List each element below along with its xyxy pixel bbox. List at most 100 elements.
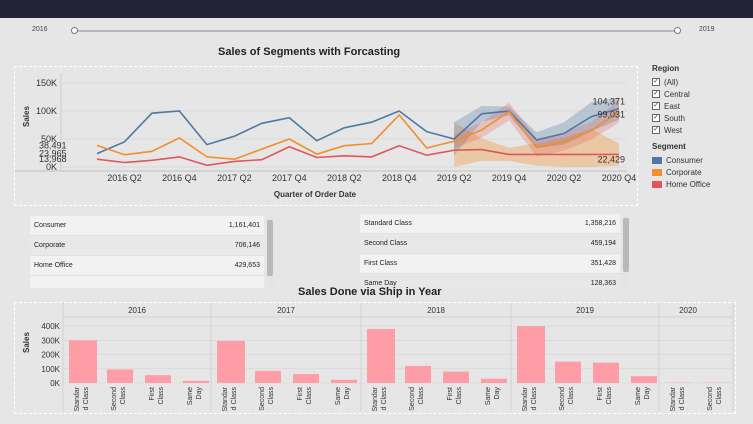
region-filter-label: East — [664, 101, 681, 111]
bar-chart[interactable]: 400K300K200K100K0KSales2016Standar d Clas… — [15, 303, 735, 413]
year-header: 2019 — [576, 306, 594, 315]
row-value: 1,161,401 — [228, 222, 260, 229]
line-chart-title: Sales of Segments with Forcasting — [218, 46, 401, 58]
x-tick-label: 2019 Q2 — [437, 173, 472, 183]
row-label: Consumer — [34, 222, 67, 229]
x-tick-label: Same — [335, 387, 342, 405]
row-value: 429,653 — [234, 262, 260, 269]
segment-color-swatch — [652, 156, 662, 164]
bar — [555, 361, 581, 383]
x-tick-label: Second — [111, 387, 118, 411]
bar-chart-title: Sales Done via Ship in Year — [296, 286, 444, 298]
bar — [593, 362, 619, 383]
data-label: 13,968 — [39, 154, 67, 164]
x-tick-label: 2016 Q2 — [107, 173, 142, 183]
bar — [405, 365, 431, 383]
x-tick-label: Second — [707, 387, 714, 411]
y-tick-label: 100K — [36, 106, 57, 116]
year-header: 2018 — [427, 306, 445, 315]
slider-start-handle[interactable] — [71, 27, 78, 34]
row-value: 459,194 — [590, 240, 616, 247]
segment-legend-title: Segment — [652, 142, 686, 151]
checkbox-icon[interactable]: ✓ — [652, 78, 660, 86]
x-tick-label: Class — [568, 387, 575, 405]
data-label: 99,031 — [597, 110, 625, 120]
checkbox-icon[interactable]: ✓ — [652, 126, 660, 134]
x-tick-label: d Class — [231, 387, 238, 411]
slider-end-handle[interactable] — [674, 27, 681, 34]
x-tick-label: Standar — [670, 386, 677, 411]
table-row[interactable]: First Class 351,428 — [360, 254, 620, 274]
table-row[interactable]: Home Office 429,653 — [30, 256, 264, 276]
bar — [217, 340, 245, 383]
year-range-slider[interactable]: 2016 2019 — [0, 22, 753, 40]
x-tick-label: 2018 Q2 — [327, 173, 362, 183]
region-filter-item[interactable]: ✓ Central — [652, 88, 752, 100]
x-tick-label: 2020 Q2 — [547, 173, 582, 183]
segment-table-scrollbar[interactable] — [266, 216, 274, 288]
line-chart-panel[interactable]: 150K 100K 50K 0K Sales 2016 Q2 2016 Q4 2017 Q2 2… — [14, 66, 638, 206]
x-tick-label: d Class — [83, 387, 90, 411]
x-tick-label: Class — [418, 387, 425, 405]
segment-legend-item[interactable]: Home Office — [652, 178, 752, 190]
x-tick-label: d Class — [531, 387, 538, 411]
y-axis-title: Sales — [22, 106, 31, 127]
scrollbar-thumb[interactable] — [623, 218, 629, 272]
x-tick-label: First — [297, 387, 304, 401]
year-header: 2016 — [128, 306, 146, 315]
row-value: 351,428 — [590, 260, 616, 267]
slider-start-label: 2016 — [32, 26, 48, 33]
table-row[interactable]: Second Class 459,194 — [360, 234, 620, 254]
x-tick-label: d Class — [679, 387, 686, 411]
region-filter-item[interactable]: ✓ South — [652, 112, 752, 124]
x-axis-title: Quarter of Order Date — [274, 190, 357, 199]
line-chart[interactable]: 150K100K50K0KSales2016 Q2 2016 Q4 2017 Q2 2… — [15, 67, 637, 205]
ship-table-scrollbar[interactable] — [622, 214, 630, 288]
x-tick-label: Standar — [372, 386, 379, 411]
x-tick-label: Class — [158, 387, 165, 405]
row-label: Home Office — [34, 262, 73, 269]
region-filter-item[interactable]: ✓ East — [652, 100, 752, 112]
x-tick-label: Same — [187, 387, 194, 405]
slider-track[interactable] — [74, 30, 678, 32]
x-tick-label: 2020 Q4 — [602, 173, 637, 183]
y-tick-label: 100K — [41, 365, 60, 374]
x-tick-label: Second — [259, 387, 266, 411]
table-row[interactable]: Consumer 1,161,401 — [30, 216, 264, 236]
segment-legend-label: Corporate — [666, 167, 702, 177]
segment-legend-item[interactable]: Corporate — [652, 166, 752, 178]
region-filter-label: Central — [664, 89, 690, 99]
x-tick-label: Standar — [522, 386, 529, 411]
y-tick-label: 0K — [50, 379, 60, 388]
region-legend-title: Region — [652, 64, 680, 73]
x-tick-label: Standar — [74, 386, 81, 411]
data-label: 22,429 — [597, 154, 625, 164]
checkbox-icon[interactable]: ✓ — [652, 90, 660, 98]
x-tick-label: Class — [606, 387, 613, 405]
table-row[interactable]: Standard Class 1,358,216 — [360, 214, 620, 234]
bar — [443, 371, 469, 383]
year-header: 2017 — [277, 306, 295, 315]
y-tick-label: 300K — [41, 336, 60, 345]
y-tick-label: 150K — [36, 78, 57, 88]
x-tick-label: Day — [494, 387, 501, 400]
x-tick-label: 2016 Q4 — [162, 173, 197, 183]
checkbox-icon[interactable]: ✓ — [652, 102, 660, 110]
bar — [255, 370, 281, 383]
y-axis-title: Sales — [22, 332, 31, 353]
bar — [631, 376, 657, 383]
year-header: 2020 — [679, 306, 697, 315]
x-tick-label: 2017 Q2 — [217, 173, 252, 183]
checkbox-icon[interactable]: ✓ — [652, 114, 660, 122]
bar-chart-panel[interactable]: 400K 300K 200K 100K 0K Sales 2016 Standar d Clas… — [14, 302, 736, 414]
x-tick-label: Class — [120, 387, 127, 405]
segment-legend-item[interactable]: Consumer — [652, 154, 752, 166]
x-tick-label: First — [149, 387, 156, 401]
region-filter-item[interactable]: ✓ (All) — [652, 76, 752, 88]
scrollbar-thumb[interactable] — [267, 220, 273, 276]
segment-color-swatch — [652, 168, 662, 176]
table-row[interactable]: Corporate 706,146 — [30, 236, 264, 256]
legend-panel: Region ✓ (All) ✓ Central ✓ East ✓ South ✓ West Se… — [652, 62, 752, 190]
slider-end-label: 2019 — [699, 26, 715, 33]
region-filter-item[interactable]: ✓ West — [652, 124, 752, 136]
